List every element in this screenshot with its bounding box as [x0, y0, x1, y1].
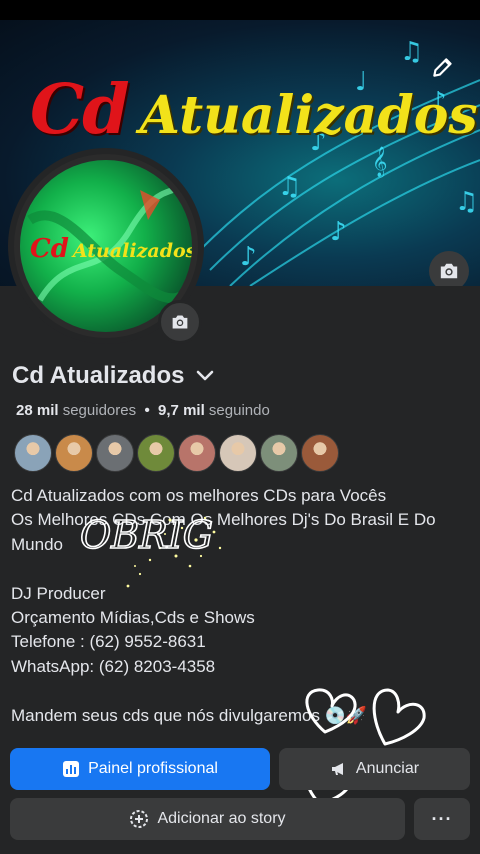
cover-camera-button[interactable]	[429, 251, 469, 286]
add-to-story-label: Adicionar ao story	[157, 810, 286, 827]
svg-text:♫: ♫	[400, 37, 423, 67]
more-options-button[interactable]: ···	[414, 798, 470, 840]
cover-logo: Cd Atualizados	[30, 70, 478, 150]
friend-avatar[interactable]	[260, 434, 298, 472]
cover-logo-atualizados: Atualizados	[139, 85, 478, 146]
edit-pencil-icon[interactable]	[430, 54, 456, 80]
friend-avatar[interactable]	[14, 434, 52, 472]
add-to-story-button[interactable]: Adicionar ao story	[10, 798, 405, 840]
megaphone-icon	[331, 763, 343, 775]
following-count[interactable]: 9,7 mil	[158, 402, 205, 419]
advertise-label: Anunciar	[355, 760, 420, 777]
friend-avatar[interactable]	[219, 434, 257, 472]
followers-count[interactable]: 28 mil	[16, 402, 59, 419]
svg-text:♫: ♫	[278, 172, 301, 202]
more-icon: ···	[431, 808, 453, 829]
profile-camera-button[interactable]	[158, 300, 202, 344]
add-story-icon	[130, 810, 149, 828]
stats-separator: •	[144, 402, 150, 419]
friends-avatars[interactable]	[14, 434, 339, 472]
followers-label[interactable]: seguidores	[63, 402, 136, 419]
friend-avatar[interactable]	[178, 434, 216, 472]
avatar-logo: Cd Atualizados	[30, 234, 192, 264]
dashboard-chart-icon	[63, 761, 80, 777]
friend-avatar[interactable]	[96, 434, 134, 472]
profile-bio: Cd Atualizados com os melhores CDs para …	[11, 486, 436, 725]
profile-name: Cd Atualizados	[12, 362, 185, 389]
follow-stats: 28 mil seguidores • 9,7 mil seguindo	[16, 402, 270, 419]
profile-name-row[interactable]: Cd Atualizados	[12, 362, 214, 390]
svg-text:♪: ♪	[330, 217, 347, 247]
camera-icon	[172, 315, 188, 329]
professional-panel-label: Painel profissional	[88, 760, 218, 777]
advertise-button[interactable]: Anunciar	[279, 748, 470, 790]
status-bar	[0, 0, 480, 20]
friend-avatar[interactable]	[301, 434, 339, 472]
svg-text:𝄞: 𝄞	[372, 146, 387, 178]
camera-icon	[440, 263, 458, 279]
friend-avatar[interactable]	[55, 434, 93, 472]
friend-avatar[interactable]	[137, 434, 175, 472]
cover-logo-cd: Cd	[30, 70, 130, 150]
professional-panel-button[interactable]: Painel profissional	[10, 748, 270, 790]
svg-text:♫: ♫	[455, 187, 478, 217]
chevron-down-icon[interactable]	[196, 370, 214, 382]
svg-text:♪: ♪	[240, 242, 257, 272]
following-label[interactable]: seguindo	[209, 402, 270, 419]
